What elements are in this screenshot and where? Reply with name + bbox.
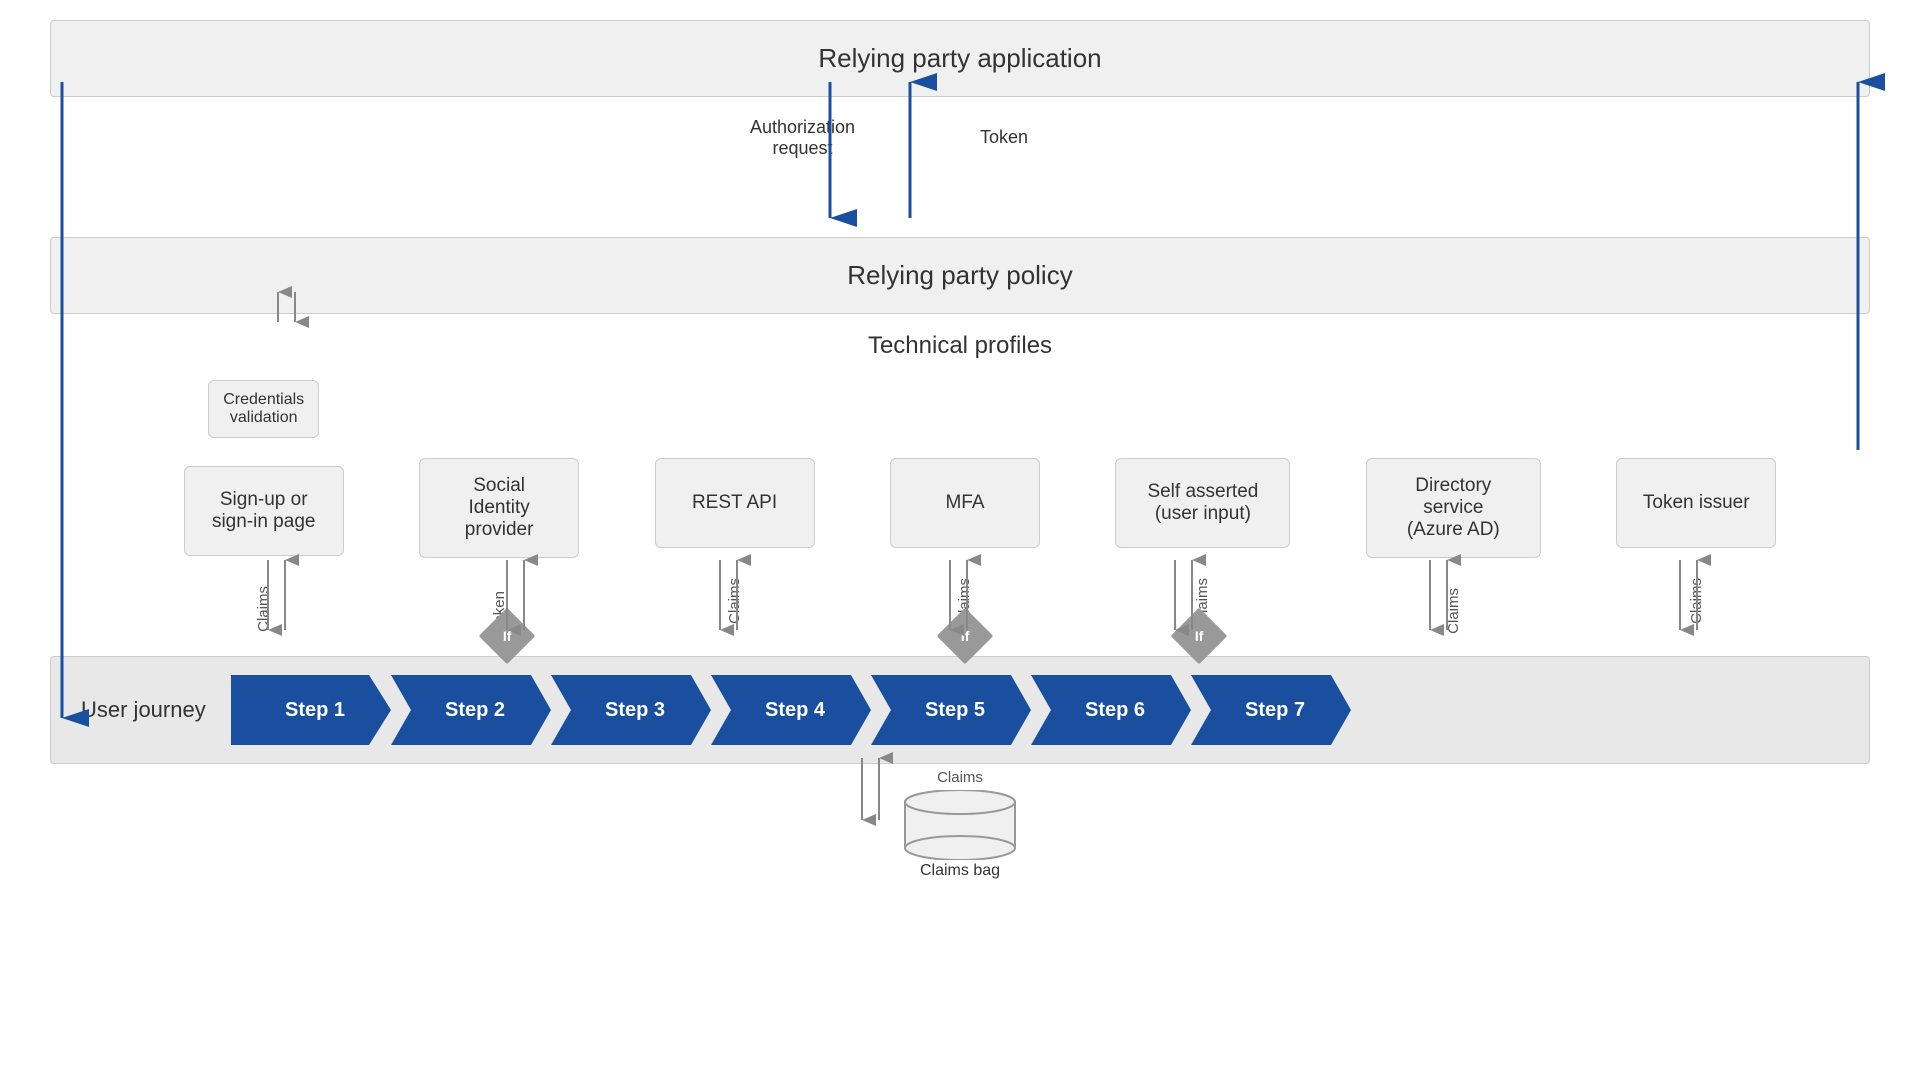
tp-box-token: Token issuer bbox=[1616, 458, 1776, 548]
tp-box-dir: Directoryservice(Azure AD) bbox=[1366, 458, 1541, 558]
tp-rest-col: REST API Claims bbox=[655, 380, 815, 646]
user-journey-label: User journey bbox=[81, 697, 211, 723]
rp-application-box: Relying party application bbox=[40, 20, 1880, 97]
arrow-area: Authorization request Token bbox=[50, 97, 1870, 237]
if-diamond-4: If bbox=[900, 616, 1030, 656]
if-diamonds-row: If If If bbox=[50, 616, 1870, 656]
tp-signup-col: Credentialsvalidation Sign-up orsign-in … bbox=[184, 380, 344, 654]
tp-box-signup: Sign-up orsign-in page bbox=[184, 466, 344, 556]
claims-bag-label-down: Claims bbox=[937, 769, 983, 786]
step-7: Step 7 bbox=[1191, 675, 1351, 745]
step-4: Step 4 bbox=[711, 675, 871, 745]
tp-mfa-col: MFA Claims bbox=[890, 380, 1040, 646]
step-3: Step 3 bbox=[551, 675, 711, 745]
rp-policy-box: Relying party policy bbox=[40, 237, 1880, 314]
claims-bag-group: Claims Claims bag bbox=[900, 769, 1020, 880]
tp-token-col: Token issuer Claims bbox=[1616, 380, 1776, 646]
tp-box-mfa: MFA bbox=[890, 458, 1040, 548]
rp-policy-label: Relying party policy bbox=[50, 237, 1870, 314]
tp-self-col: Self asserted(user input) Claims bbox=[1115, 380, 1290, 646]
auth-request-label: Authorization request bbox=[750, 117, 855, 159]
step-5: Step 5 bbox=[871, 675, 1031, 745]
user-journey-section: User journey Step 1 Step 2 Step 3 Step 4… bbox=[50, 656, 1870, 764]
claims-bag-cylinder bbox=[900, 790, 1020, 860]
tp-box-rest: REST API bbox=[655, 458, 815, 548]
rp-application-label: Relying party application bbox=[50, 20, 1870, 97]
step-6: Step 6 bbox=[1031, 675, 1191, 745]
diagram-container: Relying party application Authorization … bbox=[0, 0, 1920, 1080]
step-1: Step 1 bbox=[231, 675, 391, 745]
tech-profiles-section: Technical profiles Credentialsvalidation… bbox=[50, 332, 1870, 656]
claims-bag-text: Claims bag bbox=[920, 862, 1000, 880]
claims-bag-section: Claims Claims bag bbox=[50, 764, 1870, 884]
claims-bag-arrow-labels: Claims bbox=[937, 769, 983, 786]
token-label-top: Token bbox=[980, 127, 1028, 148]
if-diamond-5: If bbox=[1114, 616, 1284, 656]
tp-box-social: SocialIdentityprovider bbox=[419, 458, 579, 558]
credentials-box: Credentialsvalidation bbox=[208, 380, 319, 438]
if-diamond-2: If bbox=[432, 616, 582, 656]
steps-container: Step 1 Step 2 Step 3 Step 4 Step 5 Step … bbox=[231, 675, 1839, 745]
tech-profiles-label: Technical profiles bbox=[50, 332, 1870, 360]
tp-dir-col: Directoryservice(Azure AD) Claims bbox=[1366, 380, 1541, 656]
step-2: Step 2 bbox=[391, 675, 551, 745]
tp-box-self: Self asserted(user input) bbox=[1115, 458, 1290, 548]
